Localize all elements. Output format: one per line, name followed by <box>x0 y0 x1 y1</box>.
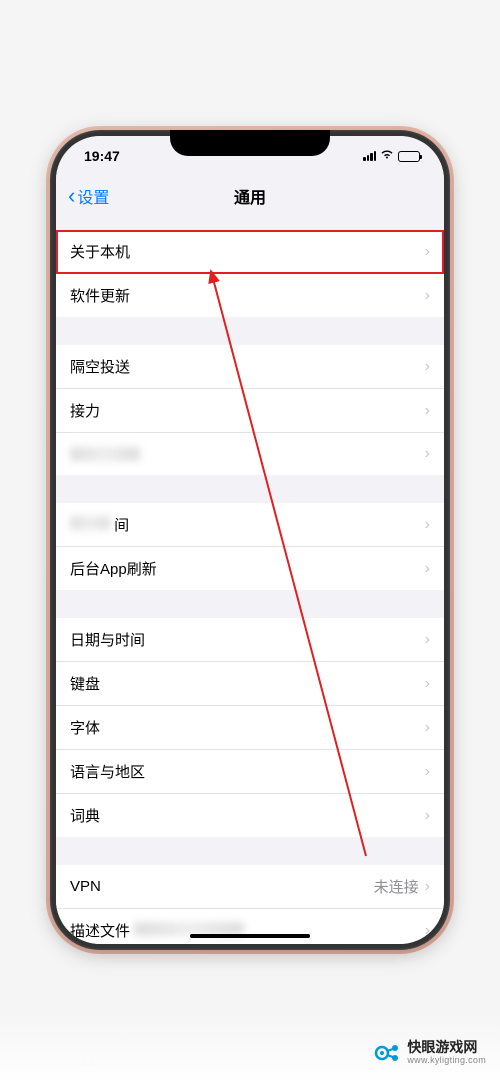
chevron-right-icon: › <box>425 358 430 376</box>
row-fonts[interactable]: 字体 › <box>56 706 444 750</box>
screen: 19:47 ‹ 设置 通用 关于本机 › <box>56 136 444 944</box>
row-label: 后台App刷新 <box>70 558 157 579</box>
row-date-time[interactable]: 日期与时间 › <box>56 618 444 662</box>
row-blurred-partial[interactable]: 间 › <box>56 503 444 547</box>
page-title: 通用 <box>234 184 266 208</box>
row-label: 键盘 <box>70 673 100 694</box>
row-label: 词典 <box>70 805 100 826</box>
battery-icon <box>398 151 420 162</box>
chevron-right-icon: › <box>425 807 430 825</box>
home-indicator[interactable] <box>190 934 310 938</box>
row-label: 字体 <box>70 717 100 738</box>
back-button[interactable]: ‹ 设置 <box>68 184 109 208</box>
row-value: 未连接 <box>374 876 419 897</box>
row-about[interactable]: 关于本机 › <box>56 230 444 274</box>
phone-frame: 19:47 ‹ 设置 通用 关于本机 › <box>50 130 450 950</box>
chevron-right-icon: › <box>425 631 430 649</box>
chevron-right-icon: › <box>425 516 430 534</box>
watermark-title: 快眼游戏网 <box>407 1040 486 1055</box>
row-language-region[interactable]: 语言与地区 › <box>56 750 444 794</box>
chevron-left-icon: ‹ <box>68 185 75 207</box>
chevron-right-icon: › <box>425 402 430 420</box>
chevron-right-icon: › <box>425 675 430 693</box>
settings-group: 关于本机 › 软件更新 › <box>56 230 444 317</box>
settings-group: 间 › 后台App刷新 › <box>56 503 444 590</box>
status-indicators <box>363 149 420 163</box>
row-label: 间 <box>70 514 129 535</box>
chevron-right-icon: › <box>425 763 430 781</box>
row-handoff[interactable]: 接力 › <box>56 389 444 433</box>
chevron-right-icon: › <box>425 445 430 463</box>
chevron-right-icon: › <box>425 719 430 737</box>
row-background-refresh[interactable]: 后台App刷新 › <box>56 547 444 590</box>
signal-icon <box>363 151 376 161</box>
chevron-right-icon: › <box>425 560 430 578</box>
row-label: 日期与时间 <box>70 629 145 650</box>
chevron-right-icon: › <box>425 878 430 896</box>
row-label: VPN <box>70 878 101 895</box>
row-blurred[interactable]: › <box>56 433 444 475</box>
row-label: 隔空投送 <box>70 356 130 377</box>
status-time: 19:47 <box>84 148 120 164</box>
nav-bar: ‹ 设置 通用 <box>56 176 444 216</box>
watermark-url: www.kyligting.com <box>407 1056 486 1066</box>
chevron-right-icon: › <box>425 243 430 261</box>
back-label: 设置 <box>77 184 109 208</box>
settings-content: 关于本机 › 软件更新 › 隔空投送 › 接力 › <box>56 216 444 944</box>
chevron-right-icon: › <box>425 287 430 305</box>
blurred-label <box>70 447 140 461</box>
settings-group: 隔空投送 › 接力 › › <box>56 345 444 475</box>
row-keyboard[interactable]: 键盘 › <box>56 662 444 706</box>
chevron-right-icon: › <box>425 922 430 940</box>
watermark: 快眼游戏网 www.kyligting.com <box>373 1039 486 1067</box>
row-software-update[interactable]: 软件更新 › <box>56 274 444 317</box>
row-airdrop[interactable]: 隔空投送 › <box>56 345 444 389</box>
row-vpn[interactable]: VPN 未连接 › <box>56 865 444 909</box>
row-dictionary[interactable]: 词典 › <box>56 794 444 837</box>
watermark-icon <box>373 1039 401 1067</box>
row-profiles[interactable]: 描述文件 › <box>56 909 444 944</box>
row-label: 语言与地区 <box>70 761 145 782</box>
settings-group: VPN 未连接 › 描述文件 › <box>56 865 444 944</box>
notch <box>170 130 330 156</box>
row-label: 接力 <box>70 400 100 421</box>
row-label: 关于本机 <box>70 241 130 262</box>
row-label: 软件更新 <box>70 285 130 306</box>
settings-group: 日期与时间 › 键盘 › 字体 › 语言与地区 › 词典 › <box>56 618 444 837</box>
wifi-icon <box>380 149 394 163</box>
